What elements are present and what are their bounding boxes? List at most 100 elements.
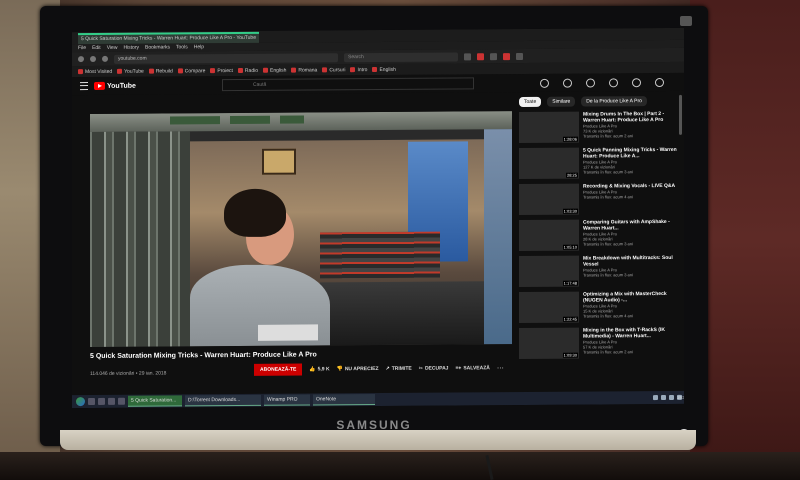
- monitor-bezel-bottom: [60, 430, 696, 450]
- rec-title[interactable]: 5 Quick Panning Mixing Tricks - Warren H…: [583, 147, 681, 160]
- menu-view[interactable]: View: [107, 45, 118, 51]
- search-icon[interactable]: [540, 78, 549, 88]
- list-item[interactable]: 1:22:45 Optimizing a Mix with MasterChec…: [519, 291, 684, 324]
- clip-button[interactable]: ✂ DECUPAJ: [419, 366, 449, 372]
- create-video-icon[interactable]: [586, 77, 595, 88]
- taskbar-item-explorer[interactable]: D:\Torrent Downloads...: [185, 394, 261, 407]
- save-button[interactable]: ≡+ SALVEAZĂ: [455, 365, 489, 371]
- browser-tab-active[interactable]: 5 Quick Saturation Mixing Tricks - Warre…: [78, 31, 259, 44]
- rec-title[interactable]: Mixing Drums In The Box | Part 2 - Warre…: [583, 111, 681, 124]
- rec-title[interactable]: Comparing Guitars with AmpShake - Warren…: [583, 219, 681, 232]
- video-frame-console: [320, 281, 484, 346]
- chip-channel[interactable]: De la Produce Like A Pro: [581, 96, 647, 107]
- video-actions: ABONEAZĂ-TE 👍 5,9 K 👎 NU APRECIEZ ↗ TRIMITE…: [254, 362, 504, 376]
- guide-menu-icon[interactable]: [80, 82, 88, 91]
- volume-icon[interactable]: [669, 394, 674, 400]
- video-frame-daw-panel: [484, 129, 512, 345]
- list-item[interactable]: 1:03:30 Recording & Mixing Vocals - LIVE…: [519, 183, 684, 216]
- menu-hamburger-icon[interactable]: [516, 52, 523, 60]
- reload-icon[interactable]: [102, 55, 108, 62]
- bookmark-item[interactable]: YouTube: [117, 68, 144, 74]
- chip-all[interactable]: Toate: [519, 96, 542, 108]
- list-item[interactable]: 1:28:06 Mixing Drums In The Box | Part 2…: [519, 111, 684, 144]
- back-icon[interactable]: [78, 56, 84, 63]
- adblock-extension-icon[interactable]: [477, 52, 484, 60]
- rec-title[interactable]: Optimizing a Mix with MasterCheck (NUGEN…: [583, 291, 681, 304]
- video-thumbnail[interactable]: 1:05:10: [519, 219, 579, 252]
- bookmark-item[interactable]: Cursuri: [322, 67, 345, 73]
- bookmark-item[interactable]: Compare: [177, 68, 205, 74]
- thumbs-up-icon: 👍: [309, 366, 316, 373]
- pinned-app-icon[interactable]: [88, 397, 95, 406]
- filter-chips: Toate Similare De la Produce Like A Pro: [519, 91, 684, 108]
- menu-history[interactable]: History: [123, 45, 139, 51]
- taskbar-item-browser[interactable]: 5 Quick Saturation...: [128, 395, 182, 407]
- bookmark-item[interactable]: Intro: [350, 67, 367, 73]
- dislike-button[interactable]: 👎 NU APRECIEZ: [337, 366, 379, 372]
- video-frame-poster: [262, 148, 296, 175]
- video-thumbnail[interactable]: 1:03:30: [519, 183, 579, 216]
- bookmark-favicon-icon: [78, 69, 83, 75]
- forward-icon[interactable]: [90, 55, 96, 63]
- video-meta: 114.046 de vizionări • 29 ian. 2018: [90, 370, 167, 378]
- clock[interactable]: 19:30: [677, 395, 684, 400]
- pinned-app-icon[interactable]: [98, 397, 105, 405]
- notifications-bell-icon[interactable]: [632, 77, 641, 87]
- monitor-sensor: [680, 16, 692, 26]
- microphone-icon[interactable]: [563, 78, 572, 88]
- network-icon[interactable]: [661, 394, 666, 401]
- menu-bookmarks[interactable]: Bookmarks: [145, 44, 170, 50]
- video-frame-person: [190, 182, 330, 347]
- bookmark-favicon-icon: [177, 68, 183, 74]
- more-options-icon[interactable]: ⋯: [497, 364, 504, 372]
- list-item[interactable]: 1:05:10 Comparing Guitars with AmpShake …: [519, 219, 684, 252]
- list-item[interactable]: 28:25 5 Quick Panning Mixing Tricks - Wa…: [519, 147, 684, 180]
- start-button-icon[interactable]: [76, 397, 85, 407]
- video-player[interactable]: [90, 111, 512, 348]
- like-button[interactable]: 👍 5,9 K: [309, 366, 329, 372]
- youtube-search-input[interactable]: Caută: [222, 77, 474, 92]
- taskbar-item-winamp[interactable]: Winamp PRO: [264, 394, 310, 406]
- extension-icon[interactable]: [464, 52, 471, 60]
- share-button[interactable]: ↗ TRIMITE: [386, 366, 412, 372]
- bookmark-item[interactable]: Romana: [291, 67, 317, 73]
- bookmark-item[interactable]: English: [263, 67, 286, 73]
- bookmark-item[interactable]: English: [372, 66, 396, 72]
- list-item[interactable]: 1:09:30 Mixing in the Box with T-RackS (…: [519, 327, 684, 360]
- bookmark-favicon-icon: [237, 67, 243, 73]
- apps-grid-icon[interactable]: [609, 77, 618, 87]
- pinned-app-icon[interactable]: [118, 397, 125, 405]
- scissors-icon: ✂: [418, 365, 423, 372]
- rec-title[interactable]: Mix Breakdown with Multitracks: Soul Ves…: [583, 255, 681, 268]
- video-thumbnail[interactable]: 1:17:48: [519, 255, 579, 288]
- bookmark-favicon-icon: [350, 67, 356, 73]
- rec-age: Transmis în flux: acum 4 ani: [583, 313, 633, 319]
- extension-icon[interactable]: [503, 52, 510, 60]
- list-item[interactable]: 1:17:48 Mix Breakdown with Multitracks: …: [519, 255, 684, 288]
- video-thumbnail[interactable]: 1:28:06: [519, 111, 579, 144]
- youtube-logo[interactable]: YouTube: [94, 81, 136, 90]
- pinned-app-icon[interactable]: [108, 397, 115, 405]
- taskbar-item-onenote[interactable]: OneNote: [313, 394, 375, 406]
- bookmark-item[interactable]: Radio: [237, 67, 258, 73]
- bookmark-item[interactable]: Proiect: [210, 68, 233, 74]
- chip-related[interactable]: Similare: [547, 96, 576, 107]
- system-tray: 19:30: [653, 394, 684, 401]
- bookmark-item[interactable]: Most Visited: [78, 68, 112, 75]
- browser-search-input[interactable]: Search: [344, 51, 458, 62]
- sidebar-scrollbar[interactable]: [679, 94, 682, 135]
- bookmark-item[interactable]: Rebuild: [148, 68, 173, 74]
- video-thumbnail[interactable]: 28:25: [519, 147, 579, 180]
- subscribe-button[interactable]: ABONEAZĂ-TE: [254, 363, 303, 376]
- menu-edit[interactable]: Edit: [92, 45, 101, 51]
- menu-help[interactable]: Help: [194, 44, 204, 50]
- address-bar-input[interactable]: youtube.com: [114, 52, 338, 64]
- rec-title[interactable]: Mixing in the Box with T-RackS (IK Multi…: [583, 327, 681, 340]
- video-thumbnail[interactable]: 1:09:30: [519, 327, 579, 360]
- avatar[interactable]: [655, 77, 664, 87]
- tray-icon[interactable]: [653, 395, 658, 401]
- menu-file[interactable]: File: [78, 45, 86, 51]
- video-thumbnail[interactable]: 1:22:45: [519, 291, 579, 324]
- extension-icon[interactable]: [490, 52, 497, 60]
- menu-tools[interactable]: Tools: [176, 44, 188, 50]
